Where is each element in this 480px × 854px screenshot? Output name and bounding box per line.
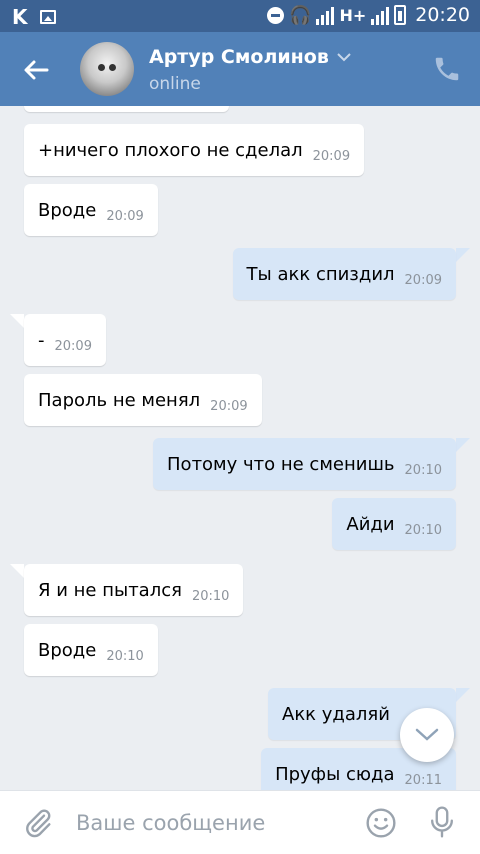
message-time: 20:10: [106, 648, 144, 664]
headphones-icon: 🎧: [289, 4, 312, 26]
message-text: Ты акк спиздил: [246, 263, 395, 285]
smiley-icon: [366, 808, 396, 838]
signal-icon-2: [371, 5, 390, 25]
message-time: 20:10: [191, 588, 230, 604]
vk-logo-icon: K: [12, 5, 28, 29]
message-bubble-incoming[interactable]: +ничего плохого не сделал 20:09: [24, 124, 365, 176]
message-text: -: [38, 329, 45, 351]
message-time: 20:09: [54, 338, 92, 354]
image-notification-icon: [39, 10, 56, 24]
bubble-tail: [10, 564, 24, 578]
message-text: Пруфы сюда: [275, 763, 395, 785]
avatar[interactable]: [80, 42, 134, 96]
message-text: Потому что не сменишь: [167, 453, 395, 475]
message-time: 20:09: [404, 272, 442, 288]
chat-header: Артур Смолинов online: [0, 32, 480, 106]
battery-icon: [394, 5, 407, 25]
message-bubble-incoming[interactable]: Вроде 20:09: [24, 184, 158, 236]
message-time: 20:10: [404, 462, 442, 478]
message-bubble-incoming[interactable]: - 20:09: [24, 314, 106, 366]
message-text: Айди: [346, 513, 395, 535]
back-button[interactable]: [16, 50, 56, 90]
message-bubble-outgoing[interactable]: Ты акк спиздил 20:09: [232, 248, 456, 300]
status-bar: K 🎧 H+ 20:20: [0, 0, 480, 32]
contact-name[interactable]: Артур Смолинов: [149, 46, 351, 68]
attach-button[interactable]: [22, 807, 54, 839]
bubble-tail: [456, 438, 470, 452]
emoji-button[interactable]: [365, 807, 397, 839]
arrow-left-icon: [24, 60, 49, 80]
message-text: Вроде: [38, 639, 97, 661]
message-bubble-outgoing[interactable]: Потому что не сменишь 20:10: [153, 438, 456, 490]
message-time: 20:09: [312, 148, 351, 164]
paperclip-icon: [26, 809, 51, 838]
call-button[interactable]: [432, 54, 462, 84]
message-time: 20:09: [106, 208, 144, 224]
message-bubble-outgoing[interactable]: Айди 20:10: [332, 498, 456, 550]
message-bubble-incoming[interactable]: Я и не пытался 20:10: [24, 564, 244, 616]
contact-status: online: [149, 74, 201, 94]
message-bubble-incoming[interactable]: Вроде 20:10: [24, 624, 158, 676]
bubble-tail: [456, 688, 470, 702]
microphone-icon: [431, 806, 453, 838]
message-list[interactable]: +ничего плохого не сделал 20:09 Вроде 20…: [0, 106, 480, 790]
voice-message-button[interactable]: [426, 805, 458, 839]
signal-icon: [316, 5, 335, 25]
message-text: Пароль не менял: [38, 389, 201, 411]
message-bubble-incoming[interactable]: Пароль не менял 20:09: [24, 374, 262, 426]
message-text: Акк удаляй: [282, 703, 390, 725]
message-text: Вроде: [38, 199, 97, 221]
message-text: Я и не пытался: [38, 579, 182, 601]
message-time: 20:11: [404, 772, 442, 788]
clock: 20:20: [415, 4, 470, 26]
contact-name-label: Артур Смолинов: [149, 46, 329, 68]
bubble-tail: [10, 314, 24, 328]
bubble-tail: [456, 248, 470, 262]
message-time: 20:09: [210, 398, 248, 414]
network-type: H+: [339, 5, 367, 25]
message-text: +ничего плохого не сделал: [38, 139, 303, 161]
scroll-to-bottom-button[interactable]: [400, 708, 454, 762]
message-composer: Ваше сообщение: [0, 790, 480, 854]
message-input[interactable]: Ваше сообщение: [76, 811, 265, 835]
message-time: 20:10: [404, 522, 442, 538]
chevron-down-icon: [415, 728, 439, 741]
message-bubble-partial: [24, 106, 229, 112]
phone-icon: [435, 57, 459, 81]
do-not-disturb-icon: [267, 6, 285, 24]
chevron-down-icon: [337, 52, 351, 61]
